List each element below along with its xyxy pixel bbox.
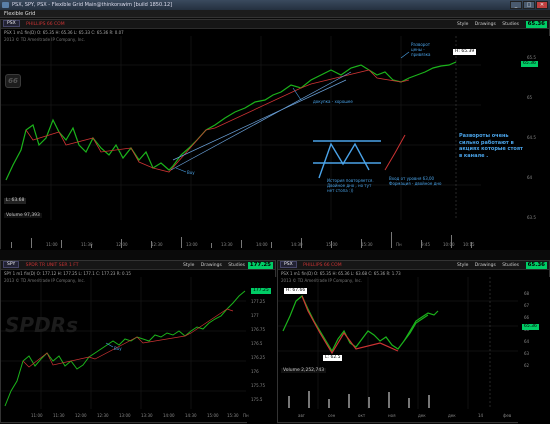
price-axis-label: 175.5	[251, 397, 263, 402]
time-axis-label: 11:30	[53, 413, 65, 418]
last-price-flag: 65.36	[521, 61, 538, 67]
price-axis-label: 176.25	[251, 355, 265, 360]
time-axis-label: 15:00	[326, 242, 338, 247]
time-axis-label: 12:30	[97, 413, 109, 418]
resistance-annotation: Разворот цены - привязка	[411, 42, 431, 57]
price-axis-label: 177.25	[251, 299, 265, 304]
add-annotation: докупка - хорошее	[313, 99, 353, 104]
last-price-flag: 65.36	[522, 324, 539, 330]
price-axis-label: 66	[524, 315, 530, 320]
grid-menu-label[interactable]: Flexible Grid	[4, 11, 35, 17]
close-button[interactable]: ✕	[536, 1, 548, 9]
price-axis-label: 68	[524, 291, 530, 296]
time-axis-label: 13:00	[186, 242, 198, 247]
window-controls: _ □ ✕	[510, 1, 548, 9]
price-axis-label: 62	[524, 363, 530, 368]
price-axis-label: 175.75	[251, 383, 265, 388]
time-axis-label: 14:30	[291, 242, 303, 247]
time-axis-label: 15:30	[227, 413, 239, 418]
price-axis-label: 67	[524, 303, 530, 308]
psx-daily-panel: PSX PHILLIPS 66 COM Style Drawings Studi…	[277, 260, 550, 424]
psx-daily-chart	[278, 277, 550, 424]
volume-label: Volume 97,393	[4, 213, 42, 218]
time-axis-label: Пн	[396, 242, 402, 247]
volume-label: Volume 2,252,743	[281, 368, 327, 373]
buy-annotation: Buy	[187, 170, 195, 175]
price-axis-label: 177	[251, 313, 259, 318]
time-axis-label: 10:15	[463, 242, 475, 247]
time-axis-label: ноя	[388, 413, 396, 418]
time-axis-label: 11:00	[46, 242, 58, 247]
time-axis-label: 11:30	[81, 242, 93, 247]
price-axis-label: 65.5	[527, 55, 536, 60]
time-axis-label: фев	[503, 413, 512, 418]
price-axis-label: 176	[251, 369, 259, 374]
maximize-button[interactable]: □	[523, 1, 535, 9]
time-axis-label: 13:00	[119, 413, 131, 418]
time-axis-label: 14	[478, 413, 484, 418]
formation-annotation: Вход от уровня 63,00 Формация - двойное …	[389, 176, 442, 186]
price-axis-label: 65	[527, 95, 533, 100]
history-annotation: История повторяется. Двойное дно , но ту…	[327, 178, 374, 193]
high-flag: H: 67.66	[284, 288, 308, 294]
time-axis-label: 15:00	[207, 413, 219, 418]
price-axis-label: 64	[527, 175, 533, 180]
high-flag: H: 65.39	[453, 49, 477, 55]
grid-menubar: Flexible Grid	[0, 10, 550, 18]
minimize-button[interactable]: _	[510, 1, 522, 9]
price-axis-label: 176.75	[251, 327, 265, 332]
spy-price-chart	[1, 277, 277, 424]
time-axis-label: дек	[448, 413, 456, 418]
time-axis-label: 13:30	[221, 242, 233, 247]
time-axis-label: 14:30	[185, 413, 197, 418]
price-axis-label: 176.5	[251, 341, 263, 346]
price-axis-label: 64	[524, 339, 530, 344]
time-axis-label: дек	[418, 413, 426, 418]
low-flag: L: 63.68	[4, 198, 27, 204]
time-axis-label: 10:00	[443, 242, 455, 247]
time-axis-label: 13:30	[141, 413, 153, 418]
time-axis-label: 12:00	[75, 413, 87, 418]
price-axis-label: 63	[524, 351, 530, 356]
window-title: PSX, SPY, PSX - Flexible Grid Main@think…	[12, 2, 173, 8]
time-axis-label: 14:00	[256, 242, 268, 247]
window-titlebar: PSX, SPY, PSX - Flexible Grid Main@think…	[0, 0, 550, 10]
low-flag: L: 62.5	[323, 355, 343, 361]
buy-annotation: Buy	[114, 346, 122, 351]
time-axis-label: 9:45	[421, 242, 430, 247]
last-price-flag: 177.25	[251, 288, 271, 294]
price-axis-label: 64.5	[527, 135, 536, 140]
time-axis-label: авг	[298, 413, 305, 418]
time-axis-label: сен	[328, 413, 336, 418]
top-chart-panel: PSX PHILLIPS 66 COM Style Drawings Studi…	[0, 19, 550, 250]
time-axis-label: 15:30	[361, 242, 373, 247]
time-axis-label: Пн	[243, 413, 249, 418]
spy-chart-panel: SPY SPDR TR UNIT SER 1 FT Style Drawings…	[0, 260, 277, 424]
time-axis-label: 14:00	[163, 413, 175, 418]
time-axis-label: 12:00	[116, 242, 128, 247]
app-logo-icon	[2, 2, 9, 8]
time-axis-label: окт	[358, 413, 366, 418]
time-axis-label: 11:00	[31, 413, 43, 418]
channel-note: Развороты очень сильно работают в акциях…	[459, 133, 523, 159]
time-axis-label: 12:30	[151, 242, 163, 247]
